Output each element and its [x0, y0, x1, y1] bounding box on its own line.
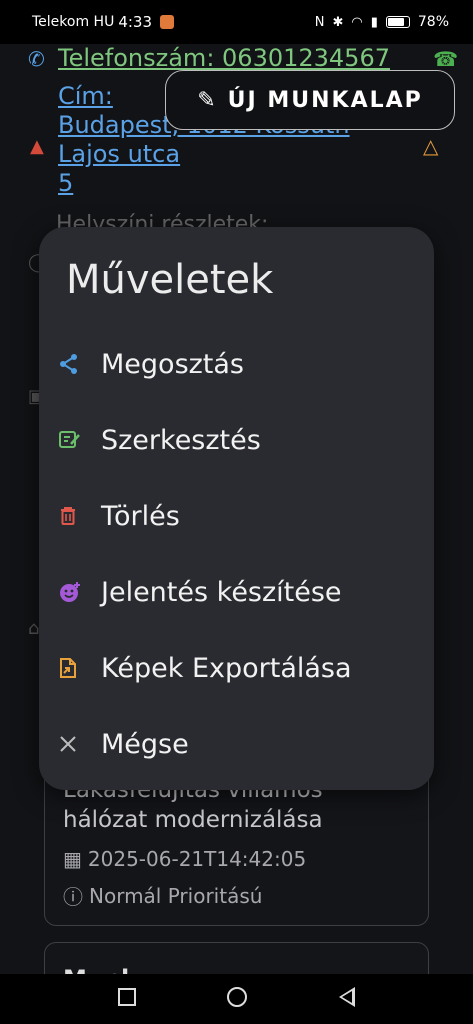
alert-circle-icon: ⓘ [63, 885, 83, 909]
status-right: N ✱ ◠ ▮ 78% [315, 14, 449, 30]
address-line: Lajos utca [58, 140, 181, 168]
phone-row: ✆ Telefonszám: 06301234567 ☎ [28, 44, 458, 73]
actions-dialog: Műveletek Megosztás Szerkesztés Törlés J… [39, 227, 434, 790]
menu-item-share[interactable]: Megosztás [39, 334, 434, 394]
system-nav-bar [0, 974, 473, 1024]
menu-item-label: Mégse [101, 728, 189, 760]
phone-icon: ✆ [28, 46, 45, 71]
menu-item-export-images[interactable]: Képek Exportálása [39, 638, 434, 698]
phone-link[interactable]: Telefonszám: 06301234567 [58, 44, 390, 73]
navigation-arrow-outline-icon[interactable]: △ [423, 134, 438, 158]
battery-icon [385, 16, 410, 28]
card-priority-value: Normál Prioritású [89, 883, 263, 908]
trash-icon [39, 506, 101, 526]
menu-item-label: Szerkesztés [101, 424, 261, 456]
menu-item-cancel[interactable]: Mégse [39, 714, 434, 774]
calendar-icon: ▦ [63, 847, 82, 871]
building-icon: ⌂ [28, 618, 40, 639]
new-worksheet-button[interactable]: ✎ ÚJ MUNKALAP [165, 70, 455, 130]
address-line: 5 [58, 169, 74, 197]
wifi-icon: ◠ [351, 14, 363, 30]
call-icon[interactable]: ☎ [433, 47, 458, 71]
card-title-line: hálózat modernizálása [63, 807, 323, 833]
navigation-arrow-icon: ▲ [30, 136, 44, 157]
bluetooth-icon: ✱ [332, 14, 344, 30]
clock: 4:33 [118, 13, 153, 31]
back-button[interactable] [332, 986, 362, 1012]
app-notification-icon [160, 15, 175, 29]
menu-item-label: Törlés [101, 500, 180, 532]
card-date: ▦ 2025-06-21T14:42:05 [63, 847, 306, 871]
menu-item-label: Képek Exportálása [101, 652, 352, 684]
circle-icon [226, 986, 247, 1007]
close-icon [39, 735, 101, 753]
share-icon [39, 353, 101, 375]
menu-item-edit[interactable]: Szerkesztés [39, 410, 434, 470]
signal-icon: ▮ [370, 14, 378, 30]
battery-percent: 78% [417, 14, 449, 30]
worksheet-card[interactable]: Munk... [44, 942, 429, 974]
dialog-title: Műveletek [66, 257, 274, 303]
recents-button[interactable] [112, 987, 142, 1011]
new-worksheet-label: ÚJ MUNKALAP [227, 87, 423, 113]
square-icon [117, 988, 136, 1006]
menu-item-report[interactable]: Jelentés készítése [39, 562, 434, 622]
nfc-icon: N [314, 14, 325, 30]
card-priority: ⓘ Normál Prioritású [63, 881, 262, 910]
triangle-back-icon [338, 986, 355, 1007]
export-image-icon [39, 657, 101, 679]
card-date-value: 2025-06-21T14:42:05 [87, 847, 307, 871]
status-bar: Telekom HU 4:33 N ✱ ◠ ▮ 78% [0, 0, 473, 44]
edit-icon [39, 430, 101, 450]
menu-item-label: Megosztás [101, 348, 245, 380]
menu-item-label: Jelentés készítése [101, 576, 342, 608]
home-button[interactable] [222, 986, 252, 1012]
status-left: Telekom HU 4:33 [32, 13, 175, 31]
menu-item-delete[interactable]: Törlés [39, 486, 434, 546]
carrier-name: Telekom HU [32, 14, 115, 30]
card-title: Munk... [63, 965, 164, 974]
edit-note-icon: ✎ [197, 87, 218, 113]
report-icon [39, 581, 101, 603]
